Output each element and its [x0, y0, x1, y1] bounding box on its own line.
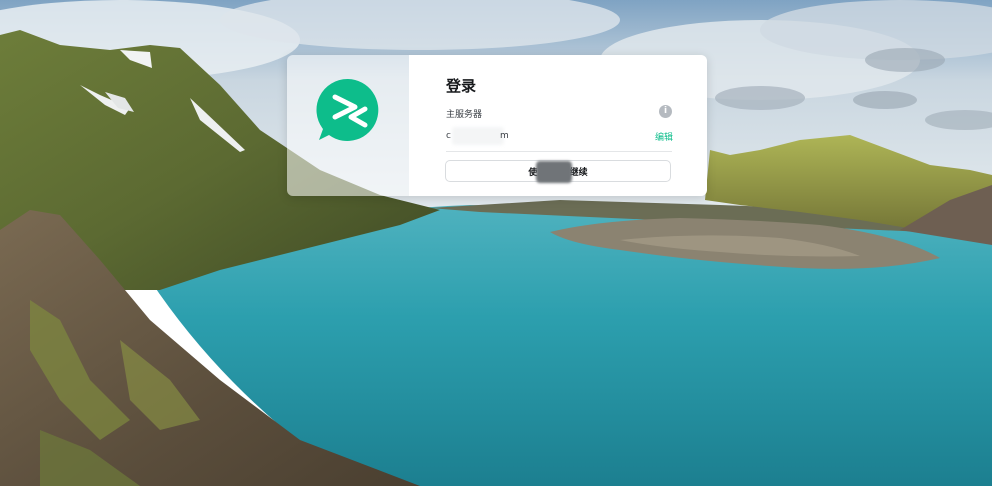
element-logo-icon [316, 78, 379, 141]
homeserver-value-suffix: m [500, 131, 509, 141]
info-icon[interactable]: i [659, 105, 672, 118]
brand-panel [287, 55, 409, 196]
login-screen: 登录 主服务器 i c m 编辑 使用SSO 继续 [0, 0, 992, 486]
login-form-panel: 登录 主服务器 i c m 编辑 使用SSO 继续 [409, 55, 707, 196]
page-title: 登录 [446, 77, 477, 95]
redacted-server-name [452, 127, 504, 145]
login-dialog: 登录 主服务器 i c m 编辑 使用SSO 继续 [287, 55, 707, 196]
homeserver-label: 主服务器 [446, 110, 483, 120]
edit-homeserver-link[interactable]: 编辑 [655, 130, 673, 143]
divider [446, 151, 672, 152]
redacted-overlay [536, 161, 572, 183]
